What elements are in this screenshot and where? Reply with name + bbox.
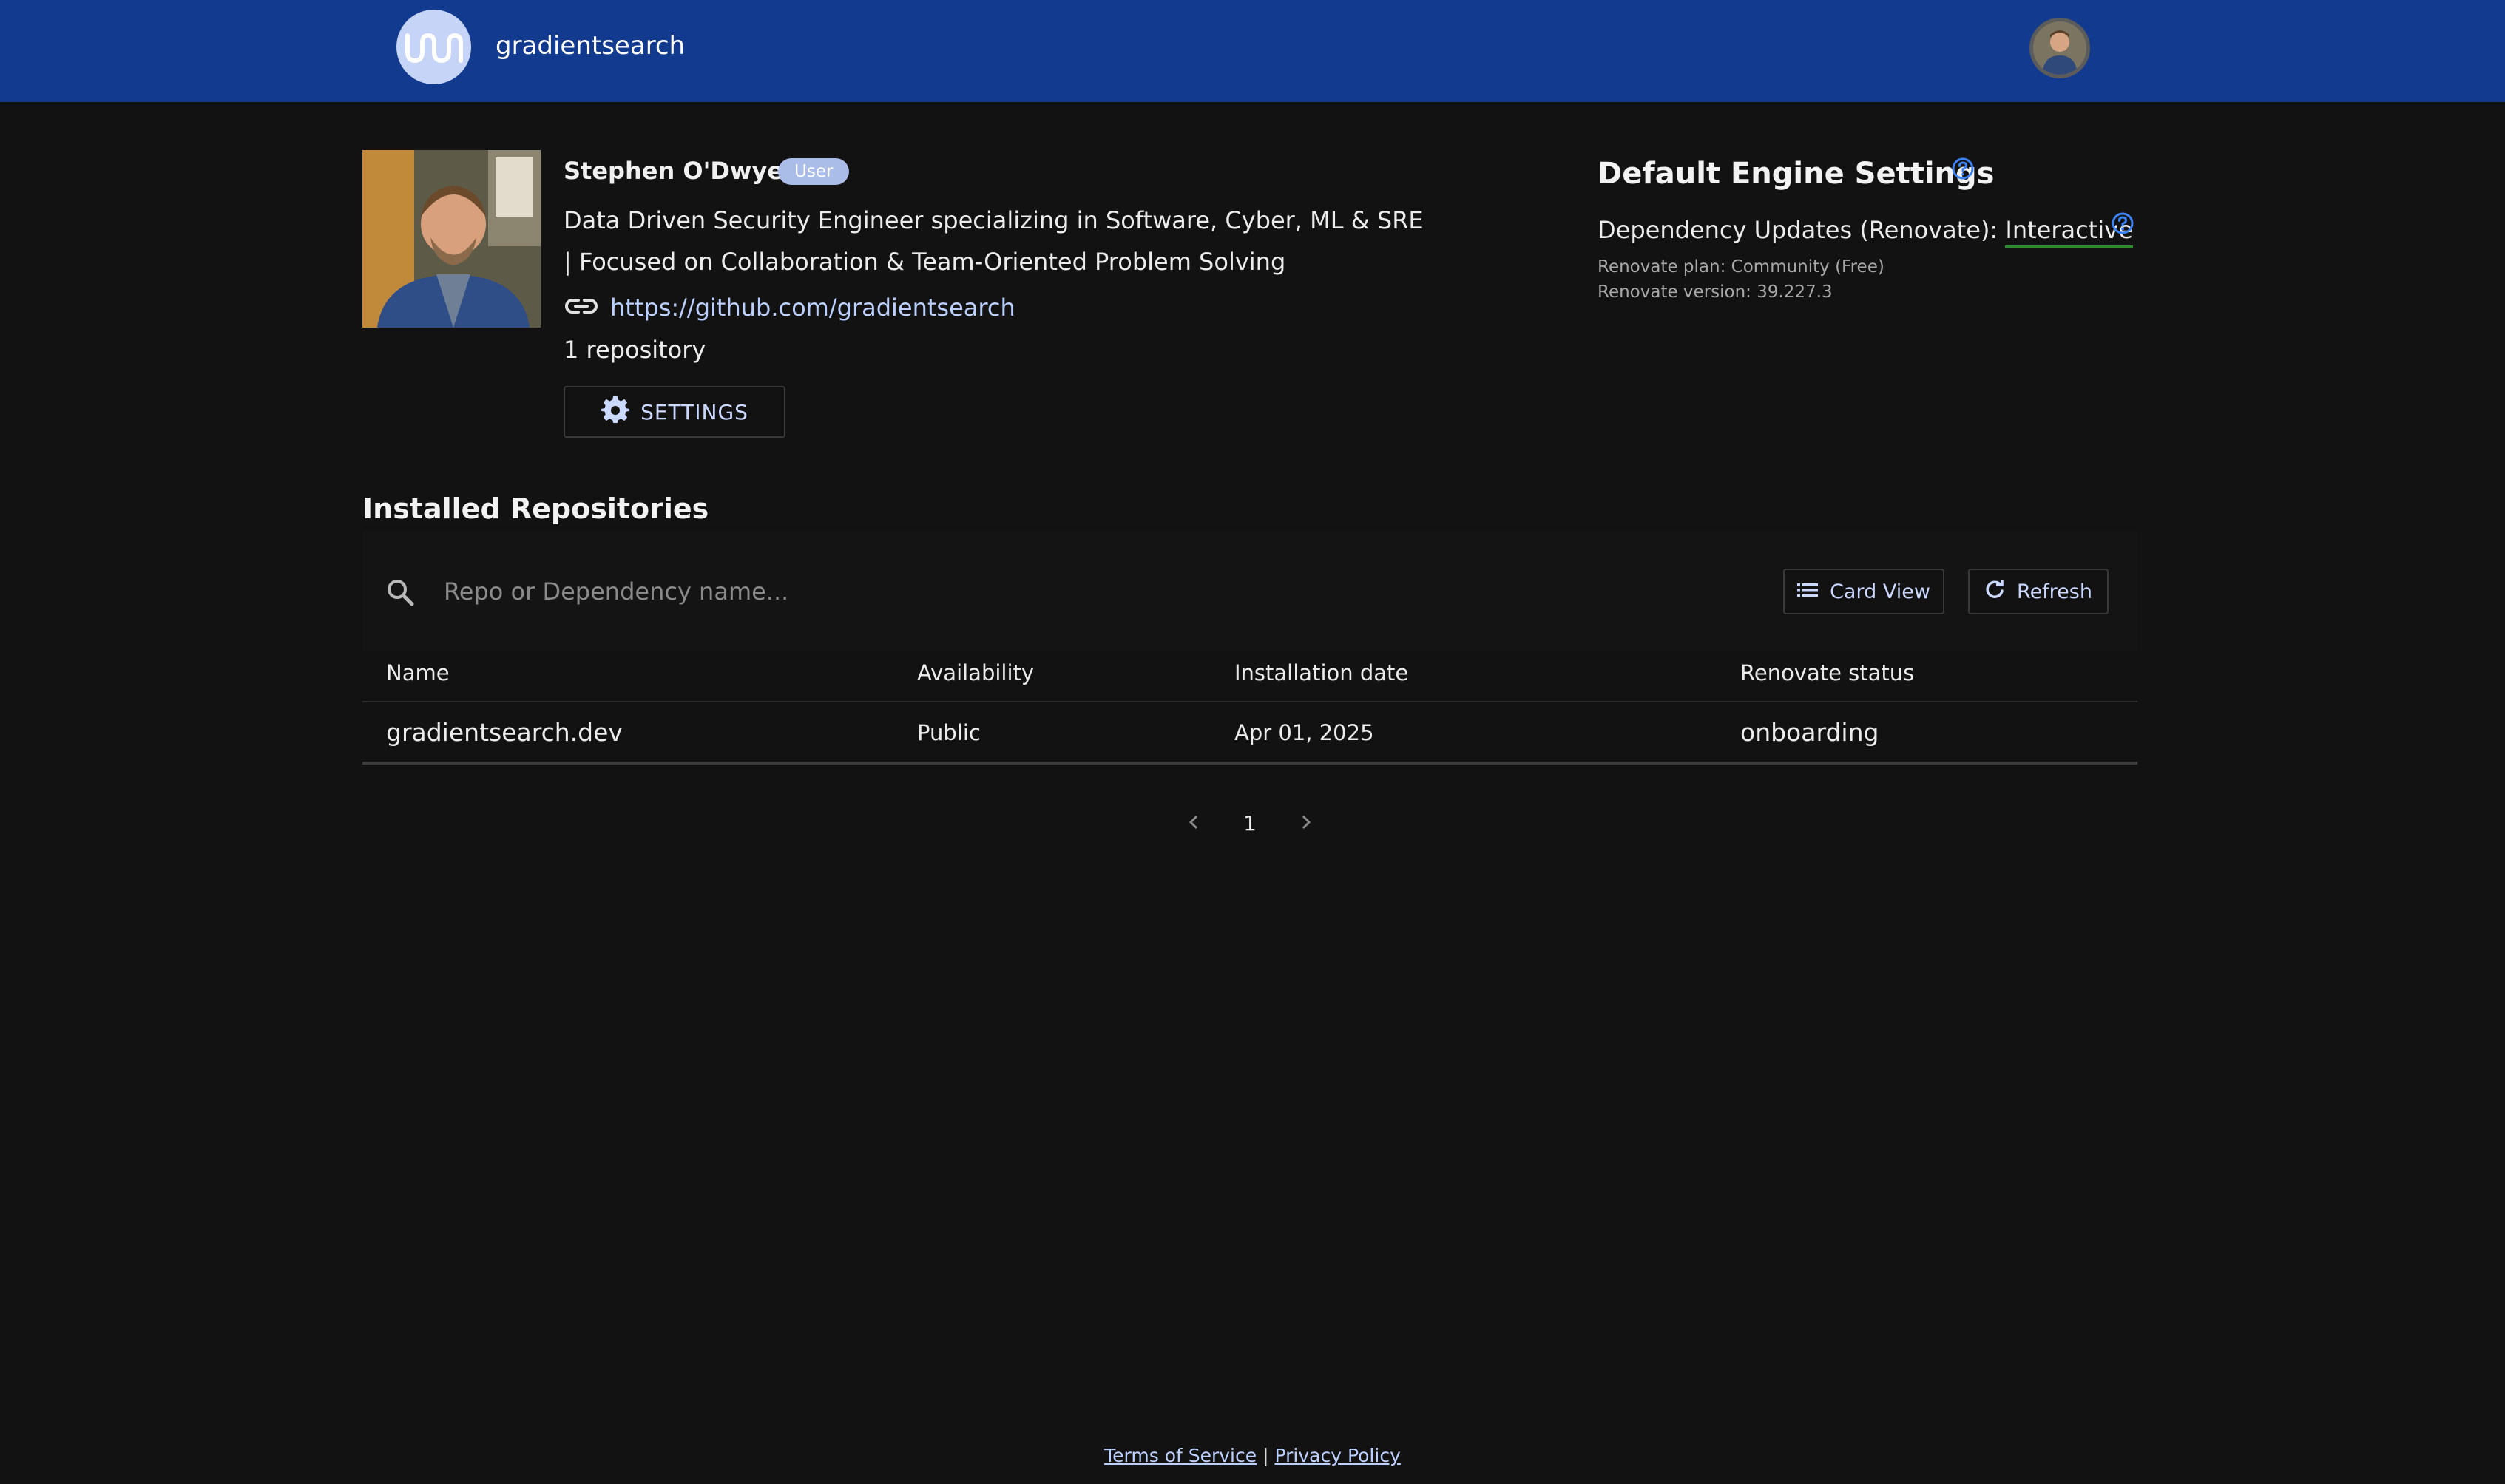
footer-separator: | — [1262, 1445, 1269, 1466]
dependency-updates-setting: Dependency Updates (Renovate): Interacti… — [1598, 214, 2133, 248]
card-view-button[interactable]: Card View — [1783, 569, 1944, 614]
card-view-label: Card View — [1830, 580, 1930, 603]
profile-name: Stephen O'Dwyer — [564, 157, 795, 185]
column-header-availability[interactable]: Availability — [917, 658, 1034, 688]
settings-label: SETTINGS — [640, 399, 748, 424]
renovate-plan: Renovate plan: Community (Free) — [1598, 257, 1884, 277]
column-header-name[interactable]: Name — [386, 658, 450, 688]
repo-name-cell[interactable]: gradientsearch.dev — [386, 717, 623, 748]
profile-photo — [362, 150, 541, 328]
footer: Terms of Service | Privacy Policy — [0, 1443, 2505, 1468]
top-app-bar — [0, 0, 2505, 102]
privacy-policy-link[interactable]: Privacy Policy — [1274, 1445, 1400, 1466]
search-icon — [385, 577, 416, 608]
list-icon — [1797, 580, 1819, 603]
column-header-installation-date[interactable]: Installation date — [1234, 658, 1408, 688]
refresh-button[interactable]: Refresh — [1968, 569, 2109, 614]
installation-date-cell: Apr 01, 2025 — [1234, 720, 1374, 745]
role-badge: User — [778, 158, 850, 185]
chevron-right-icon — [1300, 814, 1312, 833]
table-bottom-divider — [362, 762, 2137, 765]
gear-icon — [601, 395, 630, 430]
dependency-updates-label: Dependency Updates (Renovate): — [1598, 216, 2006, 244]
help-icon[interactable] — [2111, 211, 2134, 235]
availability-cell: Public — [917, 720, 981, 745]
settings-button[interactable]: SETTINGS — [564, 386, 785, 438]
renovate-version: Renovate version: 39.227.3 — [1598, 282, 1833, 302]
refresh-icon — [1984, 579, 2005, 605]
column-header-renovate-status[interactable]: Renovate status — [1740, 658, 1914, 688]
wave-logo-icon[interactable] — [396, 10, 471, 84]
search-input[interactable] — [444, 571, 1405, 612]
table-header-divider — [362, 701, 2137, 702]
engine-settings-title: Default Engine Settings — [1598, 157, 1995, 191]
terms-of-service-link[interactable]: Terms of Service — [1104, 1445, 1257, 1466]
github-profile-link[interactable]: https://github.com/gradientsearch — [610, 292, 1015, 323]
help-icon[interactable] — [1951, 157, 1975, 180]
chevron-left-icon — [1188, 814, 1200, 833]
previous-page-button[interactable] — [1179, 809, 1208, 838]
next-page-button[interactable] — [1291, 809, 1321, 838]
repository-count: 1 repository — [564, 336, 706, 364]
brand-name[interactable]: gradientsearch — [496, 30, 685, 62]
page-number[interactable]: 1 — [1235, 809, 1265, 838]
installed-repositories-title: Installed Repositories — [362, 492, 709, 525]
profile-bio: Data Driven Security Engineer specializi… — [564, 206, 1424, 276]
link-icon — [564, 293, 599, 319]
user-avatar-icon[interactable] — [2029, 18, 2090, 78]
renovate-status-cell: onboarding — [1740, 718, 1879, 747]
refresh-label: Refresh — [2017, 580, 2092, 603]
